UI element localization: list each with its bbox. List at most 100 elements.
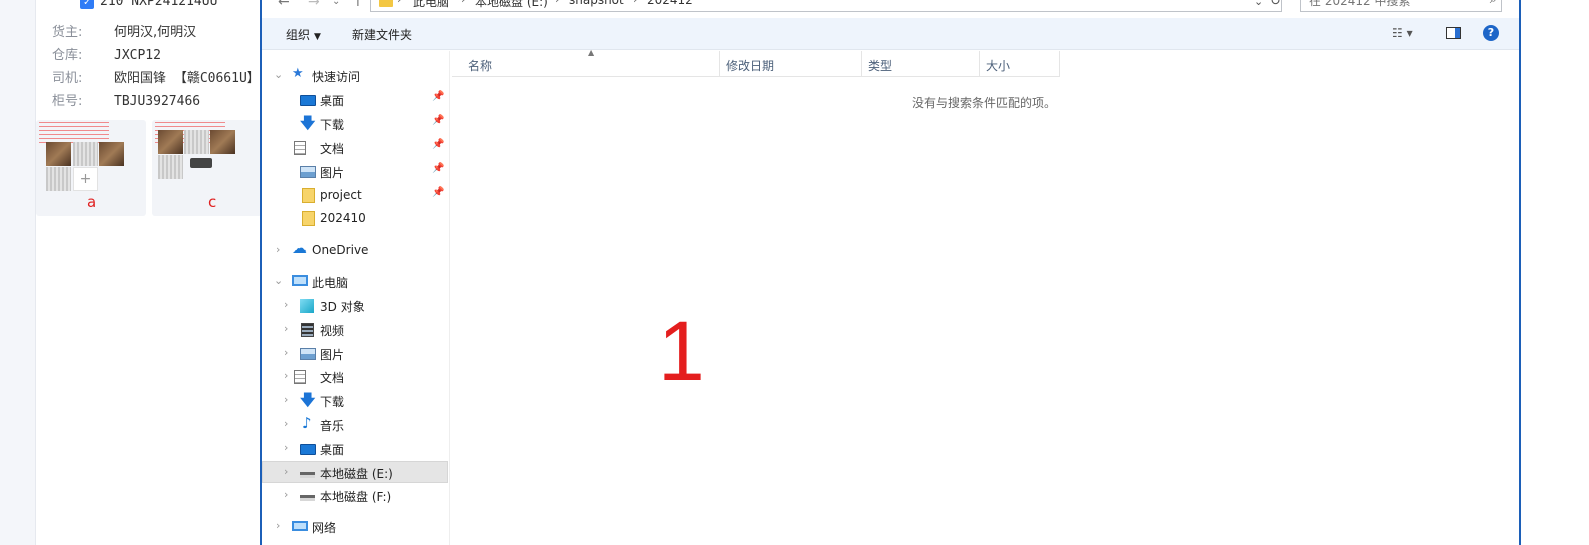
column-header-size[interactable]: 大小 (980, 51, 1060, 77)
chevron-right-icon[interactable]: › (276, 519, 280, 532)
forward-arrow-icon[interactable]: → (308, 0, 320, 10)
photo-thumbnail[interactable] (46, 167, 71, 191)
search-box[interactable]: ⌕ (1300, 0, 1502, 12)
info-value: 欧阳国锋 【赣C0661U】 (114, 71, 260, 86)
photo-thumbnail[interactable] (99, 142, 124, 166)
up-arrow-icon[interactable]: ↑ (352, 0, 364, 10)
breadcrumb-separator: › (555, 0, 559, 6)
organize-button[interactable]: 组织 ▼ (286, 26, 321, 43)
organize-label: 组织 (286, 28, 311, 42)
nav-item-desktop-pc[interactable]: › 桌面 (262, 438, 448, 460)
nav-item-drive-e[interactable]: › 本地磁盘 (E:) (262, 461, 448, 483)
photo-thumbnail[interactable] (158, 130, 183, 154)
chevron-right-icon[interactable]: › (284, 417, 288, 430)
nav-label: 桌面 (320, 94, 345, 108)
nav-item-pictures-pc[interactable]: › 图片 (262, 343, 448, 365)
nav-label: 文档 (320, 371, 345, 385)
chevron-right-icon[interactable]: › (284, 369, 288, 382)
photo-thumbnail[interactable] (184, 130, 209, 154)
photo-thumbnail[interactable] (210, 130, 235, 154)
info-label: 司机: (52, 71, 83, 86)
nav-item-music[interactable]: › ♪ 音乐 (262, 414, 448, 436)
photo-thumbnail[interactable] (73, 142, 98, 166)
view-options-icon[interactable]: ☷ ▾ (1392, 26, 1413, 40)
pin-icon[interactable]: 📌 (432, 91, 444, 102)
chevron-right-icon[interactable]: › (284, 393, 288, 406)
info-label: 仓库: (52, 48, 83, 63)
chevron-right-icon[interactable]: › (284, 298, 288, 311)
nav-item-drive-f[interactable]: › 本地磁盘 (F:) (262, 485, 448, 507)
nav-label: 图片 (320, 166, 345, 180)
chevron-right-icon[interactable]: › (276, 243, 280, 256)
nav-label: 音乐 (320, 419, 345, 433)
sort-ascending-icon: ▲ (588, 48, 595, 57)
chevron-right-icon[interactable]: › (284, 441, 288, 454)
nav-item-3d-objects[interactable]: › 3D 对象 (262, 295, 448, 317)
info-row-container: 柜号: TBJU3927466 (52, 90, 200, 109)
nav-item-pictures[interactable]: 图片 📌 (262, 161, 448, 183)
chevron-right-icon[interactable]: › (284, 465, 288, 478)
order-checkbox[interactable]: ✓ (80, 0, 94, 9)
recent-locations-chevron-icon[interactable]: ⌄ (332, 0, 340, 7)
breadcrumb-202412[interactable]: 202412 (647, 0, 693, 7)
photo-thumbnail[interactable] (158, 155, 183, 179)
nav-item-documents[interactable]: 文档 📌 (262, 137, 448, 159)
folder-icon (302, 188, 315, 203)
nav-this-pc[interactable]: ⌄ 此电脑 (262, 271, 448, 293)
chevron-down-icon[interactable]: ⌄ (274, 68, 283, 81)
nav-item-downloads-pc[interactable]: › 🡇 下载 (262, 390, 448, 412)
info-row-warehouse: 仓库: JXCP12 (52, 44, 161, 63)
column-header-date[interactable]: 修改日期 (720, 51, 862, 77)
nav-item-downloads[interactable]: 🡇 下载 📌 (262, 113, 448, 135)
chevron-down-icon[interactable]: ⌄ (274, 274, 283, 287)
nav-label: 下载 (320, 118, 345, 132)
chevron-right-icon[interactable]: › (284, 346, 288, 359)
nav-item-videos[interactable]: › 视频 (262, 319, 448, 341)
nav-label: 桌面 (320, 443, 345, 457)
breadcrumb-snapshot[interactable]: snapshot (569, 0, 624, 7)
document-icon (294, 370, 306, 384)
nav-network[interactable]: › 网络 (262, 516, 448, 538)
address-bar[interactable]: › 此电脑 › 本地磁盘 (E:) › snapshot › 202412 (370, 0, 1282, 12)
chevron-right-icon[interactable]: › (284, 488, 288, 501)
nav-item-202410[interactable]: 202410 (262, 208, 448, 230)
nav-item-project[interactable]: project 📌 (262, 185, 448, 207)
add-photo-button[interactable]: + (73, 167, 98, 191)
nav-label: 202410 (320, 211, 366, 225)
nav-item-desktop[interactable]: 桌面 📌 (262, 89, 448, 111)
nav-quick-access[interactable]: ⌄ ★ 快速访问 (262, 65, 448, 87)
annotation-number-label: 1 (658, 304, 705, 398)
search-input[interactable] (1309, 0, 1469, 8)
column-label: 修改日期 (726, 59, 775, 73)
nav-onedrive[interactable]: › ☁ OneDrive (262, 239, 448, 262)
breadcrumb-drive-e[interactable]: 本地磁盘 (E:) (475, 0, 548, 10)
photo-card-c (152, 120, 262, 216)
breadcrumb-this-pc[interactable]: 此电脑 (413, 0, 449, 10)
column-header-name[interactable]: 名称 ▲ (452, 48, 720, 77)
photo-thumbnail[interactable] (46, 142, 71, 166)
pin-icon[interactable]: 📌 (432, 115, 444, 126)
column-header-type[interactable]: 类型 (862, 51, 980, 77)
address-dropdown-chevron-icon[interactable]: ⌄ (1254, 0, 1263, 8)
refresh-icon[interactable]: ↻ (1270, 0, 1281, 9)
chevron-right-icon[interactable]: › (284, 322, 288, 335)
pin-icon[interactable]: 📌 (432, 139, 444, 150)
nav-item-documents-pc[interactable]: › 文档 (262, 366, 448, 388)
new-folder-button[interactable]: 新建文件夹 (352, 26, 412, 43)
annotation-letter-c: c (208, 193, 217, 211)
column-label: 大小 (986, 59, 1011, 73)
desktop-icon (300, 444, 316, 455)
order-number: 210 NXP241214UU (100, 0, 218, 9)
pin-icon[interactable]: 📌 (432, 163, 444, 174)
help-icon[interactable]: ? (1483, 25, 1499, 41)
back-arrow-icon[interactable]: ← (278, 0, 290, 10)
nav-label: 此电脑 (312, 276, 349, 290)
preview-pane-icon[interactable] (1446, 27, 1461, 39)
column-label: 类型 (868, 59, 893, 73)
info-row-driver: 司机: 欧阳国锋 【赣C0661U】 (52, 67, 260, 86)
photo-badge (190, 158, 212, 168)
search-icon[interactable]: ⌕ (1490, 0, 1497, 7)
cloud-icon: ☁ (292, 239, 307, 257)
folder-icon (379, 0, 393, 7)
pin-icon[interactable]: 📌 (432, 187, 444, 198)
